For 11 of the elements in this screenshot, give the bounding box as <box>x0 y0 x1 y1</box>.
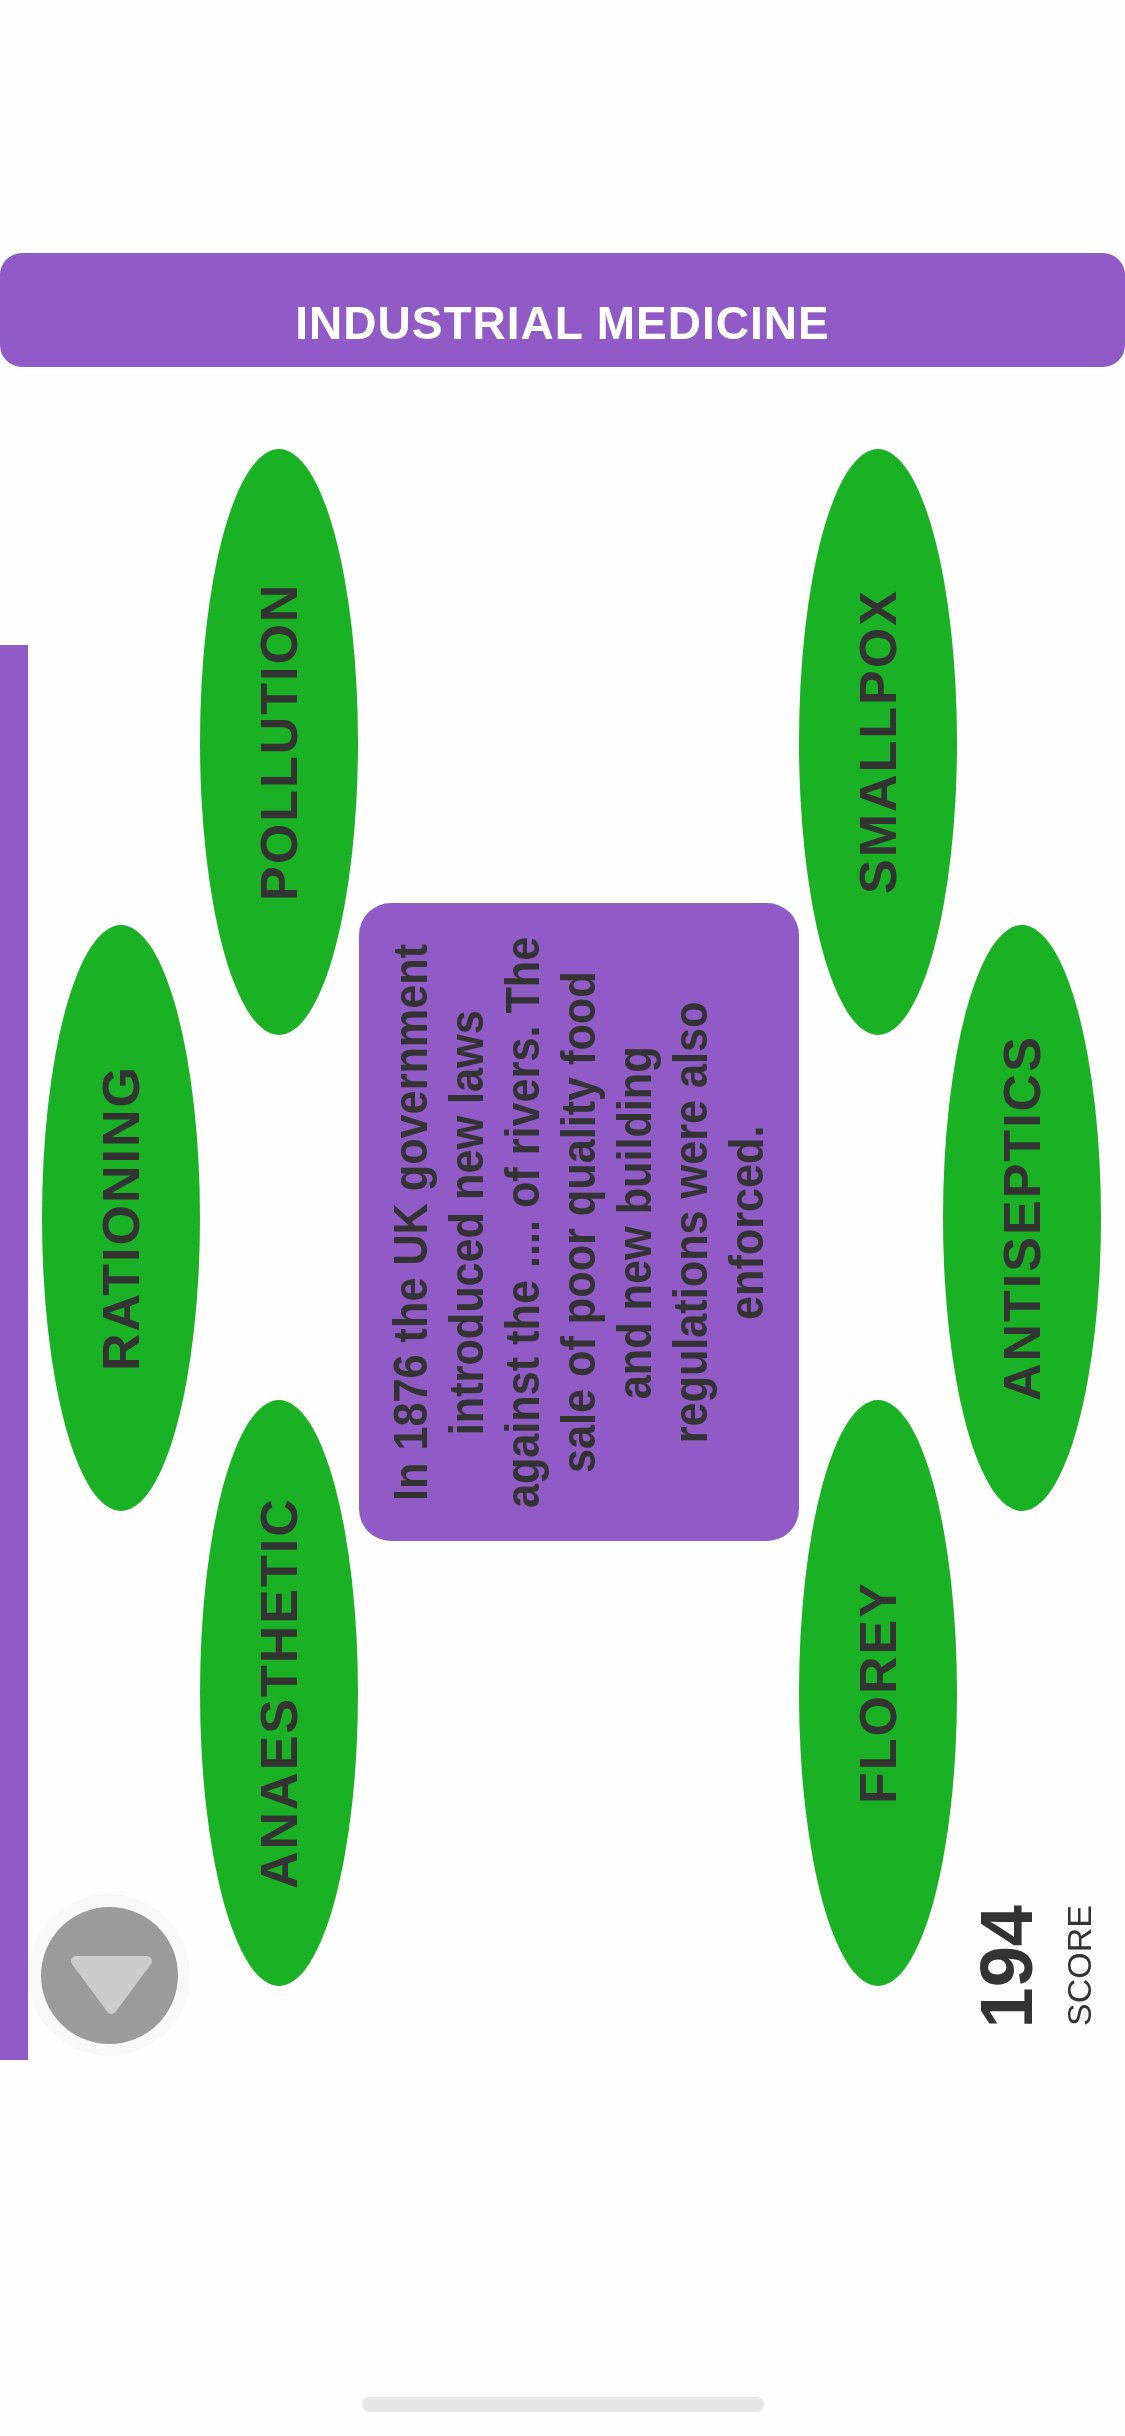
answer-option[interactable]: POLLUTION <box>200 449 358 1035</box>
triangle-down-icon <box>40 1906 178 2044</box>
answer-option[interactable]: RATIONING <box>42 925 200 1511</box>
score-value: 194 <box>970 1905 1044 2029</box>
answer-option[interactable]: ANTISEPTICS <box>943 925 1101 1511</box>
question-text: In 1876 the UK government introduced new laws against the .... of rivers. The sale of poor quality food and new building regulations were also enforced. <box>383 936 774 1508</box>
answer-option[interactable]: SMALLPOX <box>799 449 957 1035</box>
answer-option[interactable]: FLOREY <box>799 1400 957 1986</box>
score-label: SCORE <box>1062 1905 1096 2026</box>
answer-option[interactable]: ANAESTHETIC <box>200 1400 358 1986</box>
title-text: INDUSTRIAL MEDICINE <box>295 300 830 346</box>
